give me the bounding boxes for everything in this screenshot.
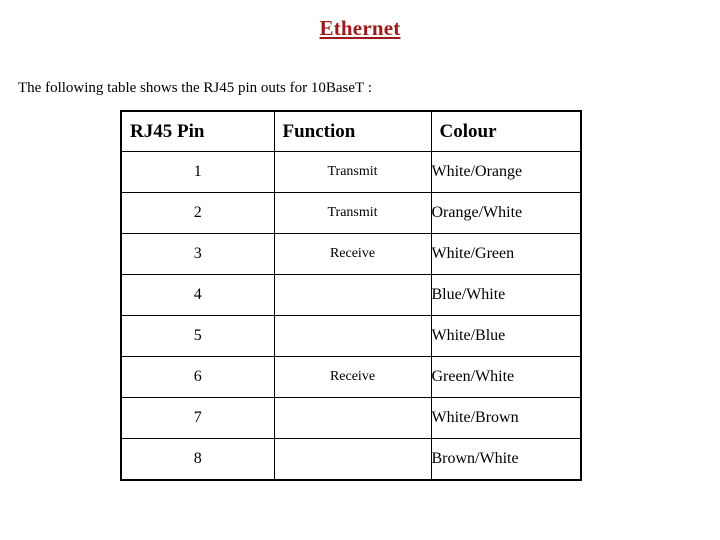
rj45-pinout-table: RJ45 Pin Function Colour 1 Transmit White/… [120,110,582,481]
cell-colour: White/Orange [430,151,582,193]
cell-rj45-pin: 4 [120,274,275,316]
table-row: 4 Blue/White [120,274,582,316]
cell-rj45-pin: 6 [120,356,275,398]
column-header-function: Function [273,110,432,152]
table-row: 7 White/Brown [120,397,582,439]
cell-function [273,315,432,357]
cell-rj45-pin: 1 [120,151,275,193]
table-row: 5 White/Blue [120,315,582,357]
table-header: RJ45 Pin Function Colour [120,110,582,152]
cell-rj45-pin: 3 [120,233,275,275]
cell-colour: White/Blue [430,315,582,357]
cell-colour: Green/White [430,356,582,398]
cell-colour: White/Brown [430,397,582,439]
table-row: 3 Receive White/Green [120,233,582,275]
table-row: 2 Transmit Orange/White [120,192,582,234]
cell-colour: Orange/White [430,192,582,234]
cell-function: Receive [273,356,432,398]
table-body: 1 Transmit White/Orange 2 Transmit Orange/Whi… [120,151,582,481]
page-title: Ethernet [0,16,720,41]
table-header-row: RJ45 Pin Function Colour [120,110,582,152]
intro-paragraph: The following table shows the RJ45 pin o… [18,80,372,96]
cell-rj45-pin: 8 [120,438,275,481]
page-title-text: Ethernet [319,16,401,40]
table-row: 1 Transmit White/Orange [120,151,582,193]
cell-function: Receive [273,233,432,275]
cell-rj45-pin: 5 [120,315,275,357]
cell-rj45-pin: 7 [120,397,275,439]
table-row: 6 Receive Green/White [120,356,582,398]
cell-colour: Brown/White [430,438,582,481]
cell-function: Transmit [273,151,432,193]
column-header-colour: Colour [430,110,582,152]
column-header-rj45-pin: RJ45 Pin [120,110,275,152]
cell-function [273,397,432,439]
table-row: 8 Brown/White [120,438,582,481]
cell-function [273,438,432,481]
cell-rj45-pin: 2 [120,192,275,234]
cell-colour: Blue/White [430,274,582,316]
cell-function: Transmit [273,192,432,234]
cell-function [273,274,432,316]
cell-colour: White/Green [430,233,582,275]
pinout-table-container: RJ45 Pin Function Colour 1 Transmit White/… [120,110,582,481]
